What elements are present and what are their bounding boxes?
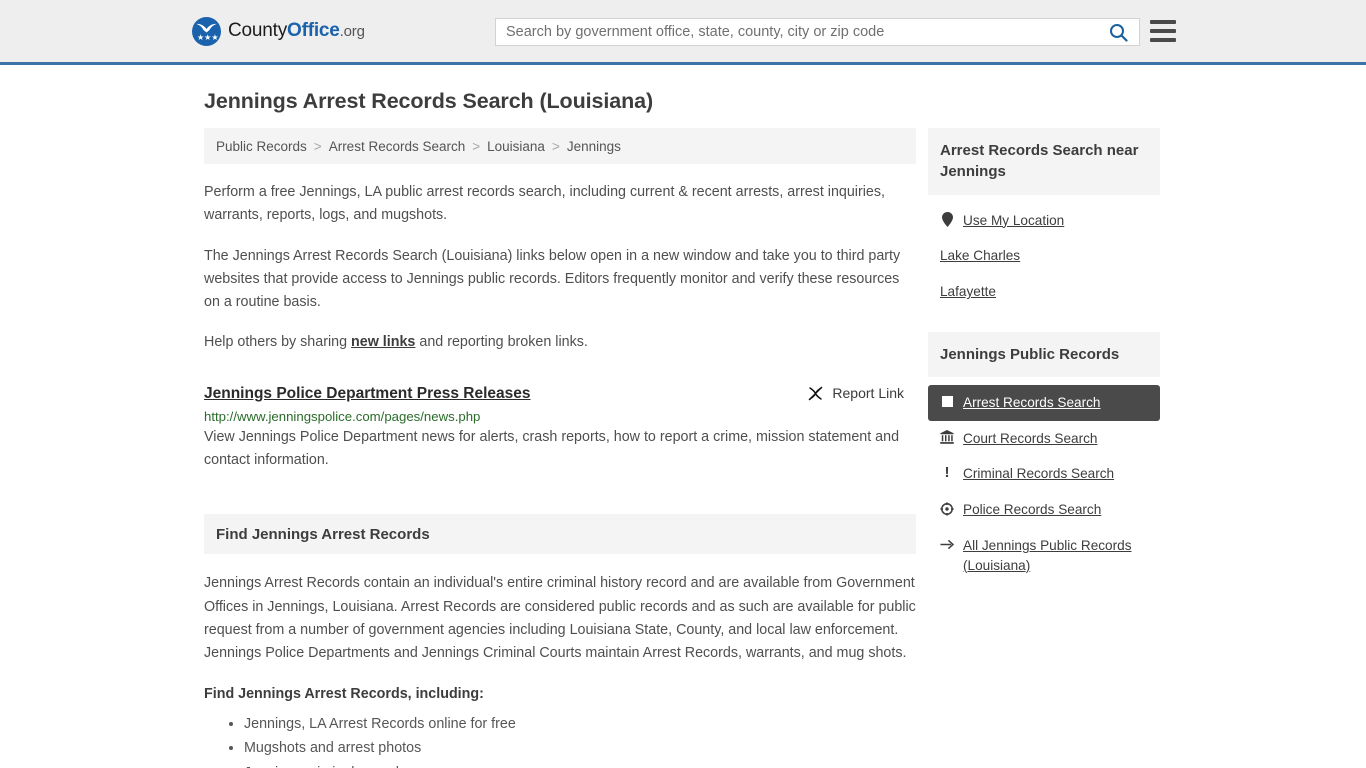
list-item: Jennings criminal records bbox=[244, 761, 916, 768]
sidebar-item-label: Lafayette bbox=[940, 284, 996, 299]
hamburger-menu-icon[interactable] bbox=[1150, 20, 1176, 42]
sidebar-item-label: Arrest Records Search bbox=[963, 395, 1101, 410]
search-bar[interactable] bbox=[495, 18, 1140, 46]
result-title-link[interactable]: Jennings Police Department Press Release… bbox=[204, 385, 531, 403]
exclamation-icon: ! bbox=[944, 464, 950, 482]
breadcrumb-separator: > bbox=[472, 138, 481, 154]
share-text-before: Help others by sharing bbox=[204, 334, 352, 351]
sidebar-card-public-records: Jennings Public Records Arrest Records S… bbox=[928, 331, 1160, 584]
sidebar-public-records-heading: Jennings Public Records bbox=[928, 331, 1160, 377]
sidebar-item-lafayette[interactable]: Lafayette bbox=[928, 274, 1160, 310]
sidebar-item-arrest-records-search[interactable]: Arrest Records Search bbox=[928, 385, 1160, 421]
report-link-button[interactable]: Report Link bbox=[807, 385, 916, 402]
sidebar-item-label: Court Records Search bbox=[963, 430, 1098, 446]
sidebar-item-label: Criminal Records Search bbox=[963, 466, 1115, 482]
find-section-heading: Find Jennings Arrest Records bbox=[204, 514, 916, 555]
content-wrapper: Public Records > Arrest Records Search >… bbox=[0, 114, 1366, 768]
breadcrumb-item-arrest-records-search[interactable]: Arrest Records Search bbox=[329, 139, 466, 154]
breadcrumb-item-public-records[interactable]: Public Records bbox=[216, 139, 307, 154]
sidebar-near-list: Use My Location Lake Charles Lafayette bbox=[928, 195, 1160, 310]
sidebar-near-heading: Arrest Records Search near Jennings bbox=[928, 128, 1160, 195]
arrow-right-icon bbox=[940, 536, 954, 553]
search-button[interactable] bbox=[1097, 19, 1139, 45]
sidebar-card-near: Arrest Records Search near Jennings Use … bbox=[928, 128, 1160, 310]
page-container: Jennings Arrest Records Search (Louisian… bbox=[0, 65, 1366, 768]
result-url: http://www.jenningspolice.com/pages/news… bbox=[204, 408, 481, 424]
find-section-body: Jennings Arrest Records contain an indiv… bbox=[204, 575, 916, 662]
report-link-label: Report Link bbox=[832, 385, 904, 402]
intro-paragraph-1: Perform a free Jennings, LA public arres… bbox=[204, 184, 885, 224]
site-logo[interactable]: ★ ★ ★ CountyOffice.org bbox=[192, 16, 365, 46]
find-section-bullet-list: Jennings, LA Arrest Records online for f… bbox=[204, 712, 916, 768]
breadcrumb-item-louisiana[interactable]: Louisiana bbox=[487, 139, 545, 154]
list-item: Mugshots and arrest photos bbox=[244, 736, 916, 761]
logo-text-county: County bbox=[228, 20, 288, 41]
logo-text: CountyOffice.org bbox=[228, 20, 365, 42]
new-links-link[interactable]: new links bbox=[351, 334, 415, 350]
logo-text-org: .org bbox=[339, 23, 365, 40]
share-text-after: and reporting broken links. bbox=[415, 334, 588, 351]
breadcrumb: Public Records > Arrest Records Search >… bbox=[204, 128, 916, 164]
hamburger-bar bbox=[1150, 29, 1176, 33]
police-badge-icon bbox=[940, 500, 954, 517]
search-icon bbox=[1109, 23, 1128, 42]
sidebar-item-label: Police Records Search bbox=[963, 502, 1102, 518]
sidebar-item-label: Use My Location bbox=[963, 212, 1065, 228]
sidebar-item-use-my-location[interactable]: Use My Location bbox=[928, 203, 1160, 239]
star-icon: ★ bbox=[197, 32, 205, 42]
find-section-subheading: Find Jennings Arrest Records, including: bbox=[204, 685, 484, 702]
result-description: View Jennings Police Department news for… bbox=[204, 428, 900, 469]
list-item: Jennings, LA Arrest Records online for f… bbox=[244, 712, 916, 737]
eagle-glyph bbox=[196, 23, 217, 32]
star-icon: ★ bbox=[204, 32, 212, 42]
sidebar-item-criminal-records-search[interactable]: ! Criminal Records Search bbox=[928, 456, 1160, 492]
hamburger-bar bbox=[1150, 38, 1176, 42]
eagle-logo-icon: ★ ★ ★ bbox=[192, 16, 221, 46]
star-icon: ★ bbox=[211, 32, 219, 42]
logo-text-office: Office bbox=[287, 20, 340, 41]
result-item: Jennings Police Department Press Release… bbox=[204, 385, 916, 473]
sidebar-item-lake-charles[interactable]: Lake Charles bbox=[928, 238, 1160, 274]
broken-link-icon bbox=[808, 386, 823, 401]
breadcrumb-separator: > bbox=[313, 138, 322, 154]
intro-paragraph-2: The Jennings Arrest Records Search (Loui… bbox=[204, 247, 901, 311]
sidebar-item-court-records-search[interactable]: Court Records Search bbox=[928, 421, 1160, 457]
sidebar: Arrest Records Search near Jennings Use … bbox=[928, 128, 1160, 768]
intro-paragraph-3: Help others by sharing new links and rep… bbox=[204, 331, 916, 354]
result-header: Jennings Police Department Press Release… bbox=[204, 385, 916, 403]
courthouse-icon bbox=[940, 429, 954, 446]
page-title: Jennings Arrest Records Search (Louisian… bbox=[204, 89, 654, 113]
sidebar-public-records-list: Arrest Records Search Court Records Sear… bbox=[928, 377, 1160, 583]
id-card-icon bbox=[940, 393, 954, 410]
sidebar-item-police-records-search[interactable]: Police Records Search bbox=[928, 492, 1160, 528]
breadcrumb-item-jennings[interactable]: Jennings bbox=[567, 139, 621, 154]
search-input[interactable] bbox=[496, 19, 1097, 45]
main-column: Public Records > Arrest Records Search >… bbox=[204, 128, 916, 768]
sidebar-item-all-public-records[interactable]: All Jennings Public Records (Louisiana) bbox=[928, 528, 1160, 583]
logo-stars: ★ ★ ★ bbox=[197, 32, 219, 42]
map-pin-icon bbox=[940, 211, 954, 228]
site-header: ★ ★ ★ CountyOffice.org bbox=[0, 0, 1366, 65]
sidebar-item-label: All Jennings Public Records (Louisiana) bbox=[963, 537, 1132, 573]
hamburger-bar bbox=[1150, 20, 1176, 24]
breadcrumb-separator: > bbox=[551, 138, 560, 154]
sidebar-item-label: Lake Charles bbox=[940, 248, 1021, 264]
